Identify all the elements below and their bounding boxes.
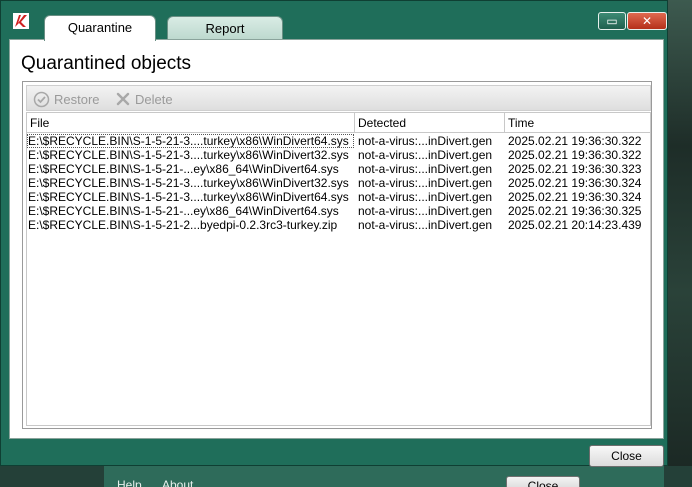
time-cell: 2025.02.21 19:36:30.322 xyxy=(508,134,642,148)
table-row[interactable]: E:\$RECYCLE.BIN\S-1-5-21-3....turkey\x86… xyxy=(27,134,650,148)
table-body: E:\$RECYCLE.BIN\S-1-5-21-3....turkey\x86… xyxy=(27,134,650,232)
time-cell: 2025.02.21 19:36:30.323 xyxy=(508,162,642,176)
detected-cell: not-a-virus:...inDivert.gen xyxy=(358,134,493,148)
detected-cell: not-a-virus:...inDivert.gen xyxy=(358,148,493,162)
table-row[interactable]: E:\$RECYCLE.BIN\S-1-5-21-2...byedpi-0.2.… xyxy=(27,218,650,232)
minimize-button[interactable]: ▭ xyxy=(598,12,626,30)
column-header-time[interactable]: Time xyxy=(505,113,650,133)
x-icon xyxy=(116,92,130,106)
detected-cell: not-a-virus:...inDivert.gen xyxy=(358,204,493,218)
delete-button[interactable]: Delete xyxy=(115,89,173,109)
kaspersky-k-icon xyxy=(13,13,29,29)
detected-cell: not-a-virus:...inDivert.gen xyxy=(358,218,493,232)
time-cell: 2025.02.21 19:36:30.324 xyxy=(508,190,642,204)
background-about-link[interactable]: About xyxy=(162,478,193,487)
background-help-link[interactable]: Help xyxy=(117,478,142,487)
tab-quarantine[interactable]: Quarantine xyxy=(44,15,156,41)
table-row[interactable]: E:\$RECYCLE.BIN\S-1-5-21-3....turkey\x86… xyxy=(27,176,650,190)
quarantine-table: File Detected Time E:\$RECYCLE.BIN\S-1-5… xyxy=(26,112,651,426)
tab-report[interactable]: Report xyxy=(167,16,283,40)
table-row[interactable]: E:\$RECYCLE.BIN\S-1-5-21-3....turkey\x86… xyxy=(27,148,650,162)
time-cell: 2025.02.21 20:14:23.439 xyxy=(508,218,642,232)
background-desktop xyxy=(668,0,692,487)
check-circle-icon xyxy=(33,91,50,107)
table-row[interactable]: E:\$RECYCLE.BIN\S-1-5-21-...ey\x86_64\Wi… xyxy=(27,162,650,176)
restore-button[interactable]: Restore xyxy=(33,89,100,109)
file-cell: E:\$RECYCLE.BIN\S-1-5-21-3....turkey\x86… xyxy=(28,190,349,204)
file-cell: E:\$RECYCLE.BIN\S-1-5-21-2...byedpi-0.2.… xyxy=(28,218,338,232)
table-row[interactable]: E:\$RECYCLE.BIN\S-1-5-21-3....turkey\x86… xyxy=(27,190,650,204)
page-title: Quarantined objects xyxy=(21,53,192,74)
column-header-detected[interactable]: Detected xyxy=(355,113,505,133)
detected-cell: not-a-virus:...inDivert.gen xyxy=(358,176,493,190)
minimize-icon: ▭ xyxy=(606,14,618,28)
time-cell: 2025.02.21 19:36:30.324 xyxy=(508,176,642,190)
window-close-button[interactable]: ✕ xyxy=(627,12,667,30)
time-cell: 2025.02.21 19:36:30.325 xyxy=(508,204,642,218)
delete-label: Delete xyxy=(135,91,173,107)
table-header: File Detected Time xyxy=(27,113,650,133)
toolbar: Restore Delete xyxy=(26,85,651,111)
detected-cell: not-a-virus:...inDivert.gen xyxy=(358,162,493,176)
file-cell: E:\$RECYCLE.BIN\S-1-5-21-3....turkey\x86… xyxy=(28,176,349,190)
file-cell: E:\$RECYCLE.BIN\S-1-5-21-...ey\x86_64\Wi… xyxy=(28,204,339,218)
table-row[interactable]: E:\$RECYCLE.BIN\S-1-5-21-...ey\x86_64\Wi… xyxy=(27,204,650,218)
file-cell: E:\$RECYCLE.BIN\S-1-5-21-3....turkey\x86… xyxy=(27,134,354,148)
close-icon: ✕ xyxy=(641,14,653,28)
quarantine-panel: Quarantined objects Restore Delete File … xyxy=(9,39,664,439)
file-cell: E:\$RECYCLE.BIN\S-1-5-21-3....turkey\x86… xyxy=(28,148,349,162)
quarantine-list-frame: Restore Delete File Detected Time E:\$RE… xyxy=(22,81,652,429)
close-button[interactable]: Close xyxy=(589,445,664,467)
file-cell: E:\$RECYCLE.BIN\S-1-5-21-...ey\x86_64\Wi… xyxy=(28,162,339,176)
restore-label: Restore xyxy=(54,91,100,107)
column-header-file[interactable]: File xyxy=(27,113,355,133)
quarantine-window: Report Quarantine ▭ ✕ Quarantined object… xyxy=(0,0,668,467)
background-close-button[interactable]: Close xyxy=(506,476,580,487)
time-cell: 2025.02.21 19:36:30.322 xyxy=(508,148,642,162)
detected-cell: not-a-virus:...inDivert.gen xyxy=(358,190,493,204)
